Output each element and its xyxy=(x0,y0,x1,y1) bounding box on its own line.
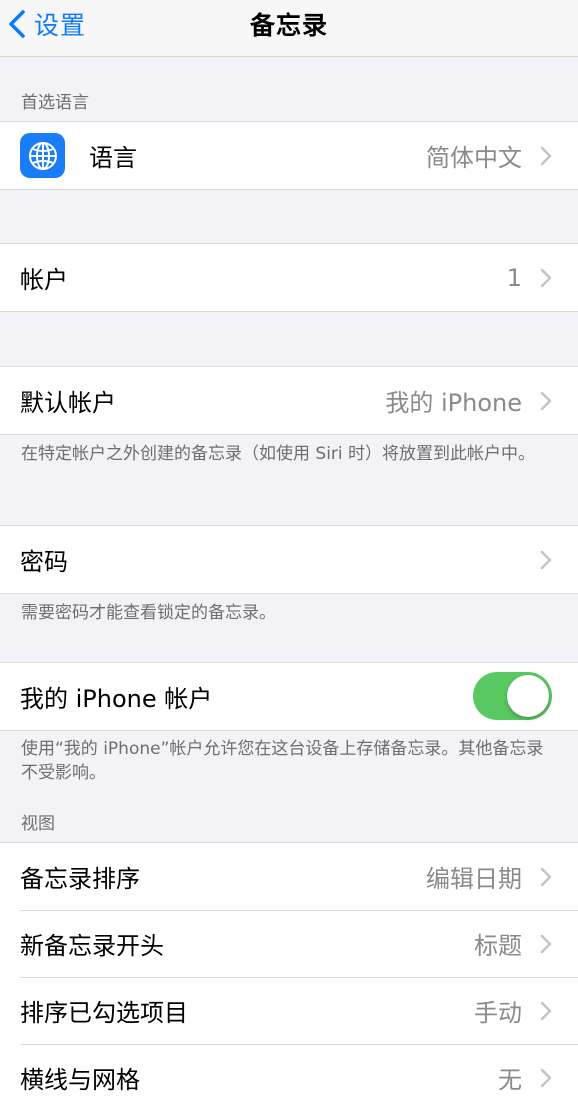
password-label: 密码 xyxy=(20,548,68,576)
navigation-bar: 设置 备忘录 xyxy=(0,0,578,57)
language-label: 语言 xyxy=(89,144,137,172)
globe-icon xyxy=(20,133,65,178)
section-header-preferred-language: 首选语言 xyxy=(21,93,89,113)
iphone-account-group: 我的 iPhone 帐户 xyxy=(0,662,578,731)
sort-notes-label: 备忘录排序 xyxy=(20,865,140,893)
lines-and-grids-value: 无 xyxy=(498,1066,522,1094)
password-row[interactable]: 密码 xyxy=(0,526,578,593)
iphone-account-footer: 使用“我的 iPhone”帐户允许您在这台设备上存储备忘录。其他备忘录不受影响。 xyxy=(21,739,544,783)
password-footer: 需要密码才能查看锁定的备忘录。 xyxy=(21,603,276,623)
iphone-account-label: 我的 iPhone 帐户 xyxy=(20,685,213,713)
page-title: 备忘录 xyxy=(249,11,328,40)
accounts-count: 1 xyxy=(506,263,522,292)
language-value: 简体中文 xyxy=(426,144,522,172)
chevron-right-icon xyxy=(540,867,552,886)
chevron-right-icon xyxy=(540,146,552,165)
view-group: 备忘录排序 编辑日期 新备忘录开头 标题 排序已勾选项目 手动 横线与网格 无 xyxy=(0,842,578,1111)
default-account-footer: 在特定帐户之外创建的备忘录（如使用 Siri 时）将放置到此帐户中。 xyxy=(21,444,536,464)
iphone-account-toggle[interactable] xyxy=(473,672,552,720)
sort-notes-value: 编辑日期 xyxy=(426,865,522,893)
accounts-group: 帐户 1 xyxy=(0,243,578,312)
iphone-account-row: 我的 iPhone 帐户 xyxy=(0,663,578,730)
language-row[interactable]: 语言 简体中文 xyxy=(0,122,578,189)
new-notes-start-value: 标题 xyxy=(474,932,522,960)
chevron-right-icon xyxy=(540,1068,552,1087)
lines-and-grids-label: 横线与网格 xyxy=(20,1066,140,1094)
lines-and-grids-row[interactable]: 横线与网格 无 xyxy=(0,1044,578,1111)
sort-checked-items-row[interactable]: 排序已勾选项目 手动 xyxy=(0,977,578,1044)
default-account-value: 我的 iPhone xyxy=(385,389,522,417)
default-account-group: 默认帐户 我的 iPhone xyxy=(0,366,578,435)
default-account-label: 默认帐户 xyxy=(20,389,116,417)
chevron-right-icon xyxy=(540,1001,552,1020)
new-notes-start-row[interactable]: 新备忘录开头 标题 xyxy=(0,910,578,977)
accounts-row[interactable]: 帐户 1 xyxy=(0,244,578,311)
toggle-knob xyxy=(507,675,549,717)
chevron-right-icon xyxy=(540,268,552,287)
sort-checked-items-label: 排序已勾选项目 xyxy=(20,999,188,1027)
default-account-row[interactable]: 默认帐户 我的 iPhone xyxy=(0,367,578,434)
chevron-right-icon xyxy=(540,550,552,569)
chevron-right-icon xyxy=(540,391,552,410)
section-header-view: 视图 xyxy=(21,814,55,834)
password-group: 密码 xyxy=(0,525,578,594)
language-group: 语言 简体中文 xyxy=(0,121,578,190)
new-notes-start-label: 新备忘录开头 xyxy=(20,932,164,960)
sort-checked-items-value: 手动 xyxy=(474,999,522,1027)
sort-notes-row[interactable]: 备忘录排序 编辑日期 xyxy=(0,843,578,910)
chevron-right-icon xyxy=(540,934,552,953)
accounts-label: 帐户 xyxy=(20,266,68,294)
